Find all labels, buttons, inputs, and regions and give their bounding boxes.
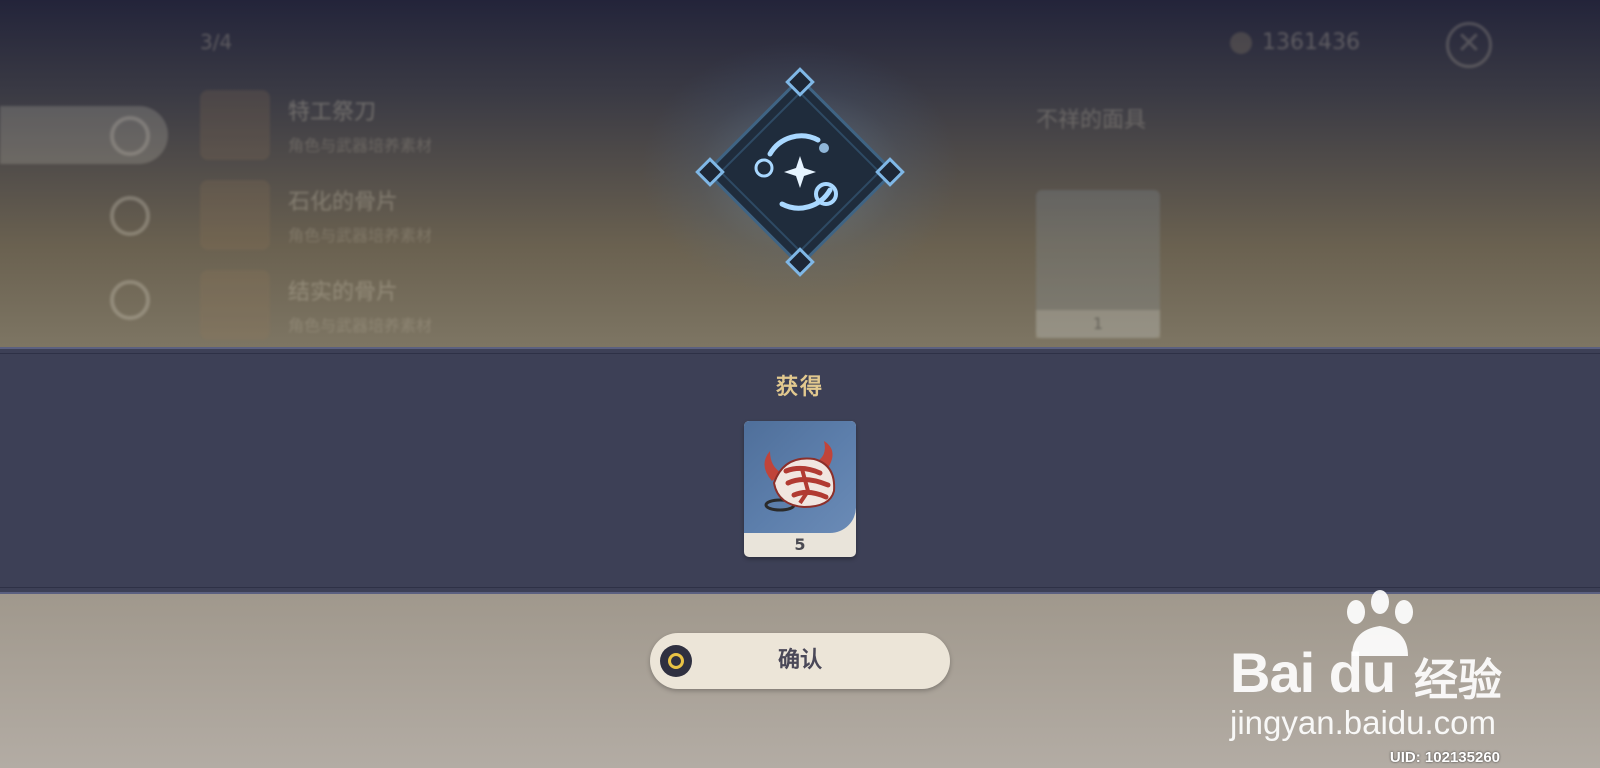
crafting-emblem-icon xyxy=(695,67,905,277)
bg-coin-value: 1361436 xyxy=(1262,30,1360,55)
reward-item-count: 5 xyxy=(794,535,806,554)
bg-material-list: 特工祭刀 角色与武器培养素材 石化的骨片 角色与武器培养素材 结实的骨片 角色与… xyxy=(200,80,640,350)
bg-detail-count: 1 xyxy=(1036,310,1160,338)
reward-title: 获得 xyxy=(775,375,824,400)
watermark-brand: Bai du xyxy=(1230,641,1396,704)
watermark-brand-cn: 经验 xyxy=(1414,655,1502,706)
watermark-url: jingyan.baidu.com xyxy=(1230,704,1496,741)
reward-item-card[interactable]: 5 xyxy=(744,421,856,557)
bg-coin-counter: 1361436 xyxy=(1230,30,1360,55)
baidu-watermark: Bai du 经验 jingyan.baidu.com xyxy=(1230,590,1520,746)
reward-panel: 获得 5 xyxy=(0,347,1600,594)
bg-category-icon xyxy=(110,196,150,236)
circle-button-icon xyxy=(660,645,692,677)
bg-item-name: 特工祭刀 xyxy=(288,100,377,125)
bg-item-category: 角色与武器培养素材 xyxy=(288,226,433,245)
confirm-label: 确认 xyxy=(777,648,822,673)
bg-item-category: 角色与武器培养素材 xyxy=(288,316,433,335)
bg-sidebar xyxy=(0,100,170,340)
bg-detail-card: 1 xyxy=(1036,190,1160,338)
bg-list-item: 石化的骨片 角色与武器培养素材 xyxy=(200,170,640,260)
material-icon xyxy=(200,270,270,340)
bg-item-name: 石化的骨片 xyxy=(288,190,399,215)
reward-art xyxy=(744,421,856,533)
bg-detail-title: 不祥的面具 xyxy=(1036,108,1147,133)
ominous-mask-icon xyxy=(764,441,836,512)
bg-item-category: 角色与武器培养素材 xyxy=(288,136,433,155)
bg-category-icon xyxy=(110,116,150,156)
material-icon xyxy=(200,90,270,160)
confirm-button[interactable]: 确认 xyxy=(650,633,950,689)
coin-icon xyxy=(1230,31,1253,54)
material-icon xyxy=(200,180,270,250)
bg-list-item: 特工祭刀 角色与武器培养素材 xyxy=(200,80,640,170)
bg-item-name: 结实的骨片 xyxy=(288,280,399,305)
bg-list-item: 结实的骨片 角色与武器培养素材 xyxy=(200,260,640,350)
uid-label: UID: 102135260 xyxy=(1389,749,1500,766)
bg-top-label: 3/4 xyxy=(200,30,233,54)
bg-category-icon xyxy=(110,280,150,320)
close-icon: ✕ xyxy=(1446,22,1492,68)
